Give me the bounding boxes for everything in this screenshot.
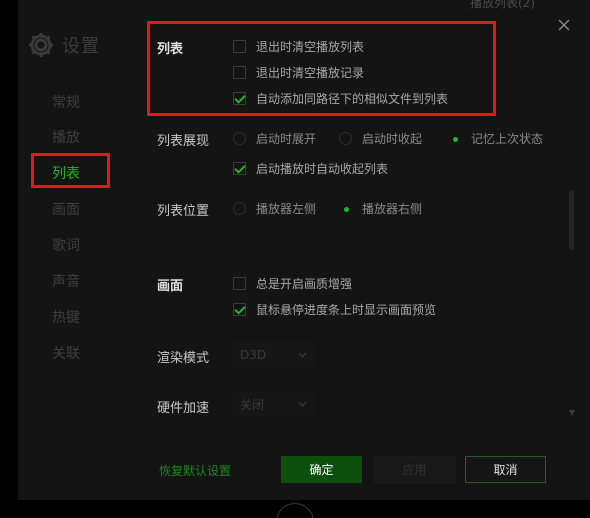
sidebar-item-lyrics[interactable]: 歌词 — [52, 235, 80, 255]
option-label: 鼠标悬停进度条上时显示画面预览 — [256, 303, 437, 317]
settings-page: 播放列表(2) 设置 常规 播放 列表 画面 歌词 声音 热键 关联 列表 退出… — [0, 0, 590, 518]
sidebar-item-picture[interactable]: 画面 — [52, 199, 80, 219]
radio-button[interactable] — [448, 132, 461, 145]
radio-label: 启动时收起 — [362, 132, 423, 146]
radio-player-left[interactable]: 播放器左侧 — [233, 200, 316, 217]
chevron-down-icon — [298, 401, 307, 407]
radio-label: 记忆上次状态 — [471, 132, 544, 146]
ok-button[interactable]: 确定 — [281, 456, 362, 483]
checkbox[interactable] — [233, 40, 246, 53]
sidebar-title: 设置 — [62, 36, 100, 57]
list-section-label: 列表 — [157, 42, 184, 57]
hw-accel-label: 硬件加速 — [157, 401, 210, 416]
checkbox[interactable] — [233, 162, 246, 175]
sidebar-item-general[interactable]: 常规 — [52, 92, 80, 112]
scrollbar-thumb[interactable] — [569, 190, 574, 250]
sidebar-header: 设置 — [26, 31, 100, 59]
radio-button[interactable] — [233, 202, 246, 215]
render-mode-select[interactable]: D3D — [233, 342, 313, 368]
scroll-down-icon[interactable]: ▼ — [569, 408, 575, 417]
sidebar-item-sound[interactable]: 声音 — [52, 271, 80, 291]
sidebar-item-hotkeys[interactable]: 热键 — [52, 307, 80, 327]
hover-preview-option[interactable]: 鼠标悬停进度条上时显示画面预览 — [233, 301, 436, 318]
render-mode-label: 渲染模式 — [157, 351, 210, 366]
gear-icon — [29, 33, 53, 57]
checkbox[interactable] — [233, 66, 246, 79]
sidebar-item-playback[interactable]: 播放 — [52, 127, 80, 147]
radio-button[interactable] — [339, 202, 352, 215]
radio-label: 播放器右侧 — [362, 202, 423, 216]
checkbox[interactable] — [233, 277, 246, 290]
list-display-label: 列表展现 — [157, 134, 210, 149]
radio-label: 播放器左侧 — [256, 202, 317, 216]
radio-expand-on-start[interactable]: 启动时展开 — [233, 130, 316, 147]
background-playlist-title: 播放列表(2) — [470, 0, 535, 10]
always-enhance-quality-option[interactable]: 总是开启画质增强 — [233, 275, 352, 292]
clear-history-on-exit-option[interactable]: 退出时清空播放记录 — [233, 64, 364, 81]
radio-button[interactable] — [233, 132, 246, 145]
apply-button[interactable]: 应用 — [374, 456, 455, 483]
select-value: 关闭 — [240, 397, 265, 412]
background-control-ring — [276, 503, 314, 518]
option-label: 退出时清空播放列表 — [256, 40, 365, 54]
option-label: 启动播放时自动收起列表 — [256, 162, 389, 176]
cancel-button[interactable]: 取消 — [465, 456, 546, 483]
radio-button[interactable] — [339, 132, 352, 145]
chevron-down-icon — [298, 352, 307, 358]
auto-add-similar-files-option[interactable]: 自动添加同路径下的相似文件到列表 — [233, 90, 448, 107]
checkbox[interactable] — [233, 92, 246, 105]
sidebar-item-association[interactable]: 关联 — [52, 343, 80, 363]
clear-playlist-on-exit-option[interactable]: 退出时清空播放列表 — [233, 38, 364, 55]
auto-collapse-on-play-option[interactable]: 启动播放时自动收起列表 — [233, 160, 388, 177]
select-value: D3D — [240, 348, 267, 362]
hw-accel-select[interactable]: 关闭 — [233, 391, 313, 417]
list-position-label: 列表位置 — [157, 204, 210, 219]
sidebar-highlight-box — [31, 153, 110, 188]
option-label: 退出时清空播放记录 — [256, 66, 365, 80]
restore-defaults-link[interactable]: 恢复默认设置 — [159, 462, 231, 479]
radio-label: 启动时展开 — [256, 132, 317, 146]
radio-collapse-on-start[interactable]: 启动时收起 — [339, 130, 422, 147]
picture-section-label: 画面 — [157, 279, 184, 294]
close-icon[interactable] — [556, 17, 572, 33]
radio-player-right[interactable]: 播放器右侧 — [339, 200, 422, 217]
option-label: 自动添加同路径下的相似文件到列表 — [256, 92, 449, 106]
option-label: 总是开启画质增强 — [256, 277, 353, 291]
radio-remember-last-state[interactable]: 记忆上次状态 — [448, 130, 543, 147]
checkbox[interactable] — [233, 303, 246, 316]
